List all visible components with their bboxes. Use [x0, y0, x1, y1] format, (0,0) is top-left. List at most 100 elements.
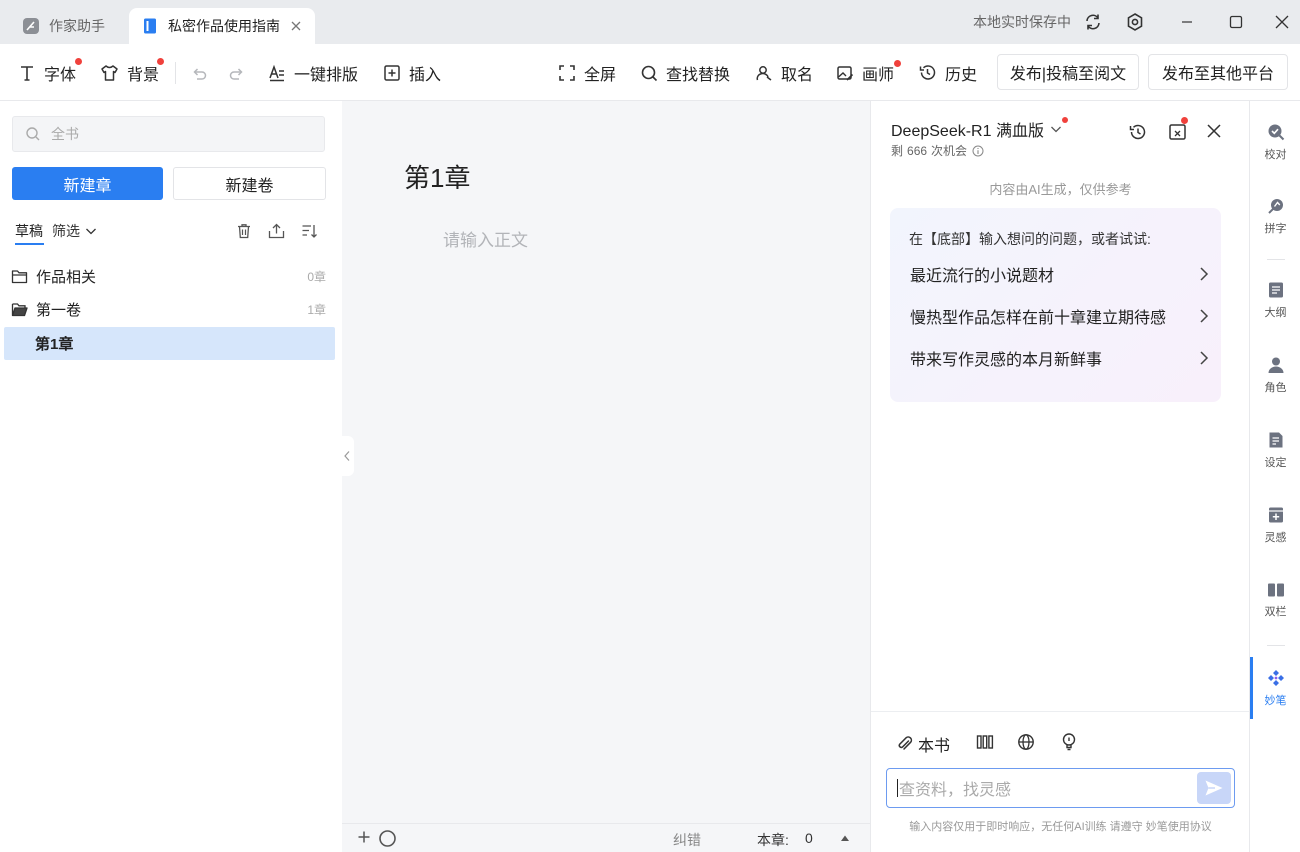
outline-icon — [1268, 282, 1283, 297]
sidebar-divider — [1267, 645, 1285, 646]
chevron-right-icon — [1200, 309, 1209, 323]
sidebar-item-inspiration[interactable]: 灵感 — [1250, 494, 1300, 556]
sort-icon[interactable] — [301, 223, 317, 239]
background-label: 背景 — [127, 66, 160, 84]
remaining-quota: 剩 666 次机会 — [891, 142, 984, 159]
fullscreen-button[interactable]: 全屏 — [558, 44, 616, 101]
search-icon — [26, 127, 40, 141]
editor-area[interactable]: 第1章 请输入正文 纠错 本章: 0 — [340, 101, 870, 852]
chapter-count: 0章 — [307, 270, 326, 284]
book-search-input[interactable]: 全书 — [12, 116, 325, 152]
sidebar-item-character[interactable]: 角色 — [1250, 344, 1300, 406]
settings-doc-icon — [1269, 432, 1282, 447]
globe-icon[interactable] — [1017, 733, 1035, 751]
attach-book-button[interactable]: 本书 — [896, 732, 950, 756]
close-panel-icon[interactable] — [1206, 123, 1222, 139]
painter-badge-dot — [894, 60, 901, 67]
new-volume-button[interactable]: 新建卷 — [173, 167, 326, 200]
body-placeholder[interactable]: 请输入正文 — [443, 226, 528, 251]
sidebar-item-label: 妙笔 — [1264, 694, 1287, 707]
model-selector[interactable]: DeepSeek-R1 满血版 — [891, 117, 1068, 141]
find-replace-button[interactable]: 查找替换 — [640, 44, 730, 101]
suggestion-text: 带来写作灵感的本月新鲜事 — [910, 352, 1103, 369]
attach-label: 本书 — [918, 738, 951, 755]
add-icon[interactable] — [357, 830, 371, 844]
tab-draft[interactable]: 草稿 — [15, 221, 43, 241]
send-button[interactable] — [1197, 772, 1231, 804]
publish-other-button[interactable]: 发布至其他平台 — [1148, 54, 1288, 90]
sidebar-item-miaobi[interactable]: 妙笔 — [1250, 657, 1300, 719]
new-chapter-button[interactable]: 新建章 — [12, 167, 163, 200]
minimize-icon[interactable] — [1179, 0, 1195, 44]
font-button[interactable]: 字体 — [18, 44, 82, 101]
paperclip-icon — [898, 736, 913, 750]
auto-format-button[interactable]: 一键排版 — [268, 44, 358, 101]
correct-button[interactable]: 纠错 — [673, 830, 701, 850]
chevron-down-icon — [1050, 126, 1061, 133]
sidebar-item-label: 校对 — [1264, 148, 1287, 161]
lightbulb-icon[interactable] — [1060, 732, 1078, 751]
model-badge-dot — [1061, 117, 1068, 123]
search-icon — [641, 65, 658, 81]
chapter-count: 1章 — [307, 303, 326, 317]
popout-window-icon[interactable] — [1168, 117, 1188, 141]
sidebar-item-label: 双栏 — [1264, 605, 1287, 618]
history-label: 历史 — [945, 66, 978, 84]
shirt-icon — [101, 64, 118, 81]
history-button[interactable]: 历史 — [918, 44, 977, 101]
chapter-title[interactable]: 第1章 — [404, 158, 470, 195]
insert-button[interactable]: 插入 — [383, 44, 441, 101]
chapter-word-count: 0 — [805, 830, 813, 846]
export-icon[interactable] — [268, 223, 285, 239]
tab-draft-underline — [15, 243, 44, 245]
background-button[interactable]: 背景 — [100, 44, 164, 101]
editor-status-bar: 纠错 本章: 0 — [342, 823, 870, 852]
sidebar-item-proofread[interactable]: 校对 — [1250, 111, 1300, 173]
sidebar-item-label: 拼字 — [1264, 222, 1287, 235]
library-icon[interactable] — [976, 734, 994, 750]
editor-toolbar: 字体 背景 一键排版 插入 全屏 查找替换 取名 画师 历史 发布|投稿至阅文 … — [0, 44, 1300, 101]
tree-folder-related[interactable]: 作品相关 0章 — [0, 260, 342, 293]
feather-icon — [22, 17, 40, 35]
popout-badge-dot — [1181, 117, 1188, 124]
painter-label: 画师 — [862, 66, 895, 84]
sidebar-item-settings-doc[interactable]: 设定 — [1250, 419, 1300, 481]
naming-button[interactable]: 取名 — [755, 44, 813, 101]
tab-private-guide[interactable]: 私密作品使用指南 — [129, 8, 315, 44]
tree-volume-1[interactable]: 第一卷 1章 — [0, 293, 342, 326]
suggestion-item[interactable]: 带来写作灵感的本月新鲜事 — [910, 343, 1210, 373]
ai-question-input[interactable]: 查资料，找灵感 — [886, 768, 1235, 808]
close-tab-icon[interactable] — [289, 19, 303, 33]
suggestion-item[interactable]: 慢热型作品怎样在前十章建立期待感 — [910, 301, 1210, 331]
maximize-icon[interactable] — [1228, 0, 1244, 44]
settings-icon[interactable] — [1125, 0, 1145, 44]
sidebar-item-dual-column[interactable]: 双栏 — [1250, 569, 1300, 631]
redo-button[interactable] — [228, 44, 254, 101]
publish-yuewen-button[interactable]: 发布|投稿至阅文 — [997, 54, 1139, 90]
tree-chapter-1[interactable]: 第1章 — [4, 327, 335, 360]
close-window-icon[interactable] — [1274, 0, 1290, 44]
chevron-down-icon — [86, 228, 96, 235]
suggestion-item[interactable]: 最近流行的小说题材 — [910, 259, 1210, 289]
image-edit-icon — [837, 65, 854, 81]
sidebar-item-outline[interactable]: 大纲 — [1250, 269, 1300, 331]
sidebar-item-spell[interactable]: 拼字 — [1250, 185, 1300, 247]
circle-icon[interactable] — [378, 829, 397, 848]
chevron-right-icon — [1200, 351, 1209, 365]
save-status: 本地实时保存中 — [973, 14, 1071, 30]
filter-dropdown[interactable]: 筛选 — [52, 221, 98, 241]
sidebar-divider — [1267, 259, 1285, 260]
redo-icon — [229, 67, 243, 80]
collapse-sidebar-handle[interactable] — [340, 436, 354, 476]
format-icon — [269, 64, 284, 81]
painter-button[interactable]: 画师 — [836, 44, 901, 101]
trash-icon[interactable] — [236, 223, 252, 239]
tab-writer-assistant[interactable]: 作家助手 — [10, 8, 128, 44]
suggestion-text: 最近流行的小说题材 — [910, 268, 1055, 285]
history-icon[interactable] — [1128, 122, 1148, 142]
undo-button[interactable] — [190, 44, 216, 101]
fullscreen-icon — [559, 64, 575, 81]
tree-label: 第1章 — [35, 336, 74, 353]
sync-icon[interactable] — [1083, 0, 1103, 44]
caret-up-icon[interactable] — [840, 834, 850, 842]
